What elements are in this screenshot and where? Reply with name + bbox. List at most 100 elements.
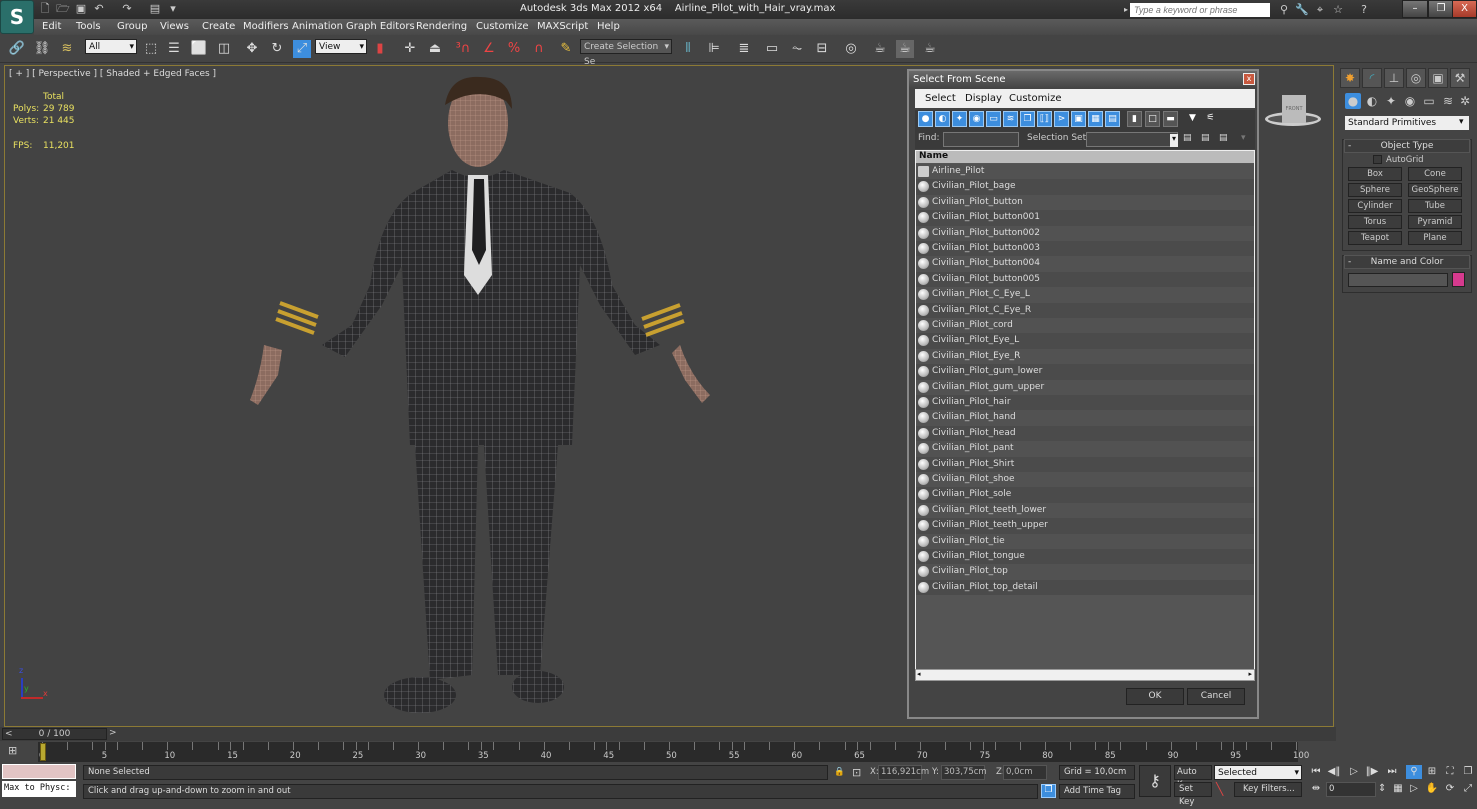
menu-views[interactable]: Views — [160, 21, 189, 32]
undo-icon[interactable]: ↶ — [92, 2, 106, 16]
save-file-icon[interactable]: ▣ — [74, 2, 88, 16]
scene-object-row[interactable]: Civilian_Pilot_gum_upper — [916, 379, 1254, 395]
time-prev-button[interactable]: < — [5, 729, 13, 739]
plane-button[interactable]: Plane — [1408, 231, 1462, 245]
subscription-icon[interactable]: 🔧 — [1294, 2, 1310, 17]
scene-object-row[interactable]: Civilian_Pilot_shoe — [916, 472, 1254, 488]
lights-category-icon[interactable]: ✦ — [1383, 93, 1399, 109]
menu-group[interactable]: Group — [117, 21, 147, 32]
hierarchy-tab-icon[interactable]: ⊥ — [1384, 68, 1404, 88]
menu-animation[interactable]: Animation — [292, 21, 343, 32]
scene-object-row[interactable]: Civilian_Pilot_hair — [916, 395, 1254, 411]
reference-coordinate-dropdown[interactable]: View — [315, 39, 367, 55]
select-invert-icon[interactable]: ▬ — [1163, 111, 1178, 127]
scene-object-row[interactable]: Civilian_Pilot_sole — [916, 487, 1254, 503]
menu-modifiers[interactable]: Modifiers — [243, 21, 289, 32]
key-mode-dropdown[interactable]: Selected — [1214, 765, 1302, 781]
display-shapes-icon[interactable]: ◐ — [935, 111, 950, 127]
next-frame-icon[interactable]: ‖▶ — [1364, 765, 1380, 779]
menu-help[interactable]: Help — [597, 21, 620, 32]
geometry-category-icon[interactable]: ● — [1345, 93, 1361, 109]
viewcube[interactable]: FRONT — [1282, 95, 1306, 123]
shapes-category-icon[interactable]: ◐ — [1364, 93, 1380, 109]
select-none-icon[interactable]: □ — [1145, 111, 1160, 127]
zoom-extents-icon[interactable]: ⛶ — [1442, 765, 1458, 779]
menu-tools[interactable]: Tools — [76, 21, 101, 32]
set-key-button[interactable]: Set Key — [1174, 782, 1212, 807]
time-tag-icon[interactable]: ❐ — [1041, 784, 1056, 798]
redo-icon[interactable]: ↷ — [120, 2, 134, 16]
snaps-toggle-icon[interactable]: ³∩ — [454, 40, 472, 58]
scene-object-row[interactable]: Civilian_Pilot_button — [916, 194, 1254, 211]
orbit-icon[interactable]: ⟳ — [1442, 782, 1458, 796]
window-crossing-icon[interactable]: ◫ — [215, 40, 233, 58]
selection-set-dropdown-arrow-icon[interactable]: ▾ — [1170, 134, 1178, 147]
utilities-tab-icon[interactable]: ⚒ — [1450, 68, 1470, 88]
scene-object-row[interactable]: Civilian_Pilot_pant — [916, 441, 1254, 457]
selection-filter-dropdown[interactable]: All — [85, 39, 137, 55]
scene-object-row[interactable]: Civilian_Pilot_top — [916, 564, 1254, 580]
display-containers-icon[interactable]: ▣ — [1071, 111, 1086, 127]
manipulate-icon[interactable]: ✛ — [401, 40, 419, 58]
scene-object-row[interactable]: Civilian_Pilot_tie — [916, 533, 1254, 549]
viewport-label[interactable]: [ + ] [ Perspective ] [ Shaded + Edged F… — [9, 69, 216, 79]
angle-snap-icon[interactable]: ∠ — [480, 40, 498, 58]
primitive-dropdown-arrow-icon[interactable]: ▾ — [1459, 117, 1464, 127]
y-coord-field[interactable]: 303,75cm — [941, 765, 987, 780]
minimize-button[interactable]: – — [1402, 0, 1428, 18]
horizontal-scrollbar[interactable]: ◂ ▸ — [915, 669, 1255, 681]
named-selection-sets-dropdown[interactable]: Create Selection Se — [580, 39, 672, 67]
help-icon[interactable]: ? — [1356, 2, 1372, 17]
layer-manager-icon[interactable]: ≣ — [735, 40, 753, 58]
project-folder-icon[interactable]: ▤ — [148, 2, 162, 16]
display-tab-icon[interactable]: ▣ — [1428, 68, 1448, 88]
scene-object-row[interactable]: Civilian_Pilot_bage — [916, 179, 1254, 195]
scene-object-list[interactable]: Name Airline_Pilot Civilian_Pilot_bage Civ… — [915, 150, 1255, 676]
mini-curve-editor-icon[interactable]: ⊞ — [8, 744, 26, 758]
scene-object-row[interactable]: Civilian_Pilot_teeth_lower — [916, 502, 1254, 519]
object-name-input[interactable] — [1348, 273, 1448, 287]
remove-from-selection-set-icon[interactable]: ▤ — [1219, 133, 1228, 143]
go-to-start-icon[interactable]: ⏮ — [1308, 765, 1324, 779]
graphite-tools-icon[interactable]: ▭ — [763, 40, 781, 58]
cancel-button[interactable]: Cancel — [1187, 688, 1245, 705]
time-slider[interactable]: < 0 / 100 — [2, 728, 107, 740]
select-and-move-icon[interactable]: ✥ — [243, 40, 261, 58]
close-button[interactable]: X — [1452, 0, 1477, 18]
scroll-right-icon[interactable]: ▸ — [1248, 670, 1252, 678]
selection-lock-icon[interactable]: 🔒 — [834, 767, 845, 777]
scene-object-row[interactable]: Civilian_Pilot_button001 — [916, 210, 1254, 226]
select-and-scale-icon[interactable]: ⤢ — [293, 40, 311, 58]
dialog-close-button[interactable]: x — [1243, 73, 1255, 85]
dialog-menu-display[interactable]: Display — [965, 93, 1002, 104]
binoculars-icon[interactable]: ⚲ — [1276, 2, 1292, 17]
scene-object-row[interactable]: Civilian_Pilot_Eye_L — [916, 333, 1254, 349]
menu-maxscript[interactable]: MAXScript — [537, 21, 588, 32]
create-tab-icon[interactable]: ✸ — [1340, 68, 1360, 88]
curve-editor-icon[interactable]: ⏦ — [788, 40, 806, 58]
maximize-viewport-icon[interactable]: ⤢ — [1460, 782, 1476, 796]
maxscript-listener-input[interactable]: Max to Physc: — [2, 781, 76, 797]
key-filters-button[interactable]: Key Filters... — [1234, 782, 1302, 797]
app-logo-button[interactable]: S — [0, 0, 34, 34]
cameras-category-icon[interactable]: ◉ — [1402, 93, 1418, 109]
name-column-header[interactable]: Name — [916, 151, 1254, 163]
time-next-button[interactable]: > — [109, 728, 119, 740]
absolute-mode-icon[interactable]: ⊡ — [852, 766, 861, 779]
teapot-button[interactable]: Teapot — [1348, 231, 1402, 245]
auto-key-button[interactable]: Auto Key — [1174, 765, 1212, 790]
display-geometry-icon[interactable]: ● — [918, 111, 933, 127]
object-type-rollout-header[interactable]: - Object Type — [1344, 139, 1470, 153]
scene-object-row[interactable]: Airline_Pilot — [916, 164, 1254, 180]
dialog-menu-select[interactable]: Select — [925, 93, 956, 104]
material-editor-icon[interactable]: ◎ — [842, 40, 860, 58]
percent-snap-icon[interactable]: % — [505, 40, 523, 58]
zoom-extents-all-icon[interactable]: ❐ — [1460, 765, 1476, 779]
display-bones-icon[interactable]: ⋗ — [1054, 111, 1069, 127]
scene-object-row[interactable]: Civilian_Pilot_C_Eye_R — [916, 302, 1254, 318]
cylinder-button[interactable]: Cylinder — [1348, 199, 1402, 213]
scene-object-row[interactable]: Civilian_Pilot_button004 — [916, 256, 1254, 272]
x-coord-field[interactable]: 116,921cm — [878, 765, 929, 780]
scene-object-row[interactable]: Civilian_Pilot_gum_lower — [916, 364, 1254, 380]
scene-object-row[interactable]: Civilian_Pilot_button002 — [916, 225, 1254, 241]
